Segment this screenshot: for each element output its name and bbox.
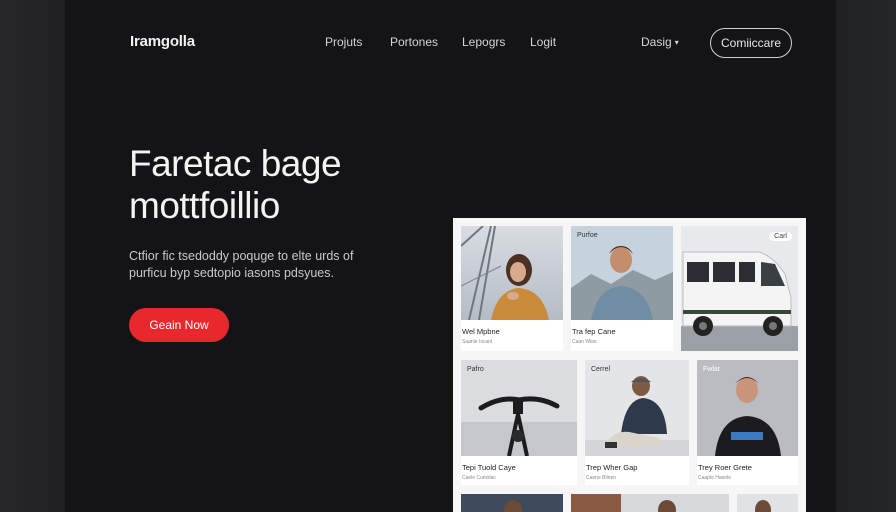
- card-tag: Cerrel: [591, 366, 611, 373]
- hero-subtitle-line-1: Ctfior fic tsedoddy poquge to elte urds …: [129, 249, 354, 263]
- partial-photo: [571, 494, 729, 512]
- hero-title: Faretac bage mottfoillio: [129, 143, 449, 227]
- nav-link-login[interactable]: Logit: [530, 35, 556, 49]
- chevron-down-icon: ▾: [674, 38, 679, 47]
- vehicle-photo: Carl: [681, 226, 798, 351]
- contact-button[interactable]: Comiiccare: [710, 28, 792, 58]
- portrait-photo: [461, 226, 563, 320]
- portfolio-gallery: Wel Mpbne Saanle Iscanl Purfoe Tra fep C…: [453, 218, 806, 512]
- hero-subtitle: Ctfior fic tsedoddy poquge to elte urds …: [129, 248, 399, 282]
- gallery-card[interactable]: Wel Mpbne Saanle Iscanl: [461, 226, 563, 351]
- portrait-photo: Cerrel: [585, 360, 689, 456]
- card-meta: Caele Cumslac: [462, 475, 496, 481]
- gallery-card[interactable]: [461, 494, 563, 512]
- card-tag: Pafro: [467, 366, 484, 373]
- design-dropdown[interactable]: Dasig ▾: [641, 35, 679, 49]
- nav-link-portfolio[interactable]: Portones: [390, 35, 438, 49]
- dropdown-label: Dasig: [641, 35, 672, 49]
- hero-subtitle-line-2: purficu byp sedtopio iasons pdsyues.: [129, 266, 334, 280]
- card-caption: Trep Wher Gap: [586, 463, 638, 472]
- card-meta: Caan Wlas: [572, 339, 597, 345]
- page-panel: Iramgolla Projuts Portones Lepogrs Logit…: [65, 0, 836, 512]
- card-meta: Caaple Haonle: [698, 475, 732, 481]
- card-meta: Saanle Iscanl: [462, 339, 493, 345]
- card-tag: Fwlat: [703, 366, 720, 373]
- gallery-card[interactable]: Carl: [681, 226, 798, 351]
- card-caption: Tepi Tuold Caye: [462, 463, 516, 472]
- card-meta: Caene Blinen: [586, 475, 617, 481]
- gallery-card[interactable]: Pafro Tepi Tuold Caye Caele Cumslac: [461, 360, 577, 485]
- nav-link-blogs[interactable]: Lepogrs: [462, 35, 505, 49]
- left-backdrop: [0, 0, 65, 512]
- portrait-photo: Fwlat: [697, 360, 798, 456]
- card-caption: Wel Mpbne: [462, 327, 500, 336]
- card-tag: Carl: [769, 232, 792, 241]
- card-tag: Purfoe: [577, 232, 598, 239]
- gallery-card[interactable]: Fwlat Trey Roer Grete Caaple Haonle: [697, 360, 798, 485]
- gallery-card[interactable]: [737, 494, 798, 512]
- gallery-card[interactable]: Purfoe Tra fep Cane Caan Wlas: [571, 226, 673, 351]
- nav-link-projects[interactable]: Projuts: [325, 35, 362, 49]
- partial-photo: [737, 494, 798, 512]
- hero-title-line-2: mottfoillio: [129, 185, 280, 226]
- bicycle-photo: Pafro: [461, 360, 577, 456]
- right-backdrop: [836, 0, 896, 512]
- get-started-button[interactable]: Geain Now: [129, 308, 229, 342]
- portrait-photo: Purfoe: [571, 226, 673, 320]
- card-caption: Trey Roer Grete: [698, 463, 752, 472]
- partial-photo: [461, 494, 563, 512]
- gallery-card[interactable]: Cerrel Trep Wher Gap Caene Blinen: [585, 360, 689, 485]
- gallery-card[interactable]: [571, 494, 729, 512]
- hero-title-line-1: Faretac bage: [129, 143, 342, 184]
- brand-logo[interactable]: Iramgolla: [130, 33, 195, 50]
- card-caption: Tra fep Cane: [572, 327, 616, 336]
